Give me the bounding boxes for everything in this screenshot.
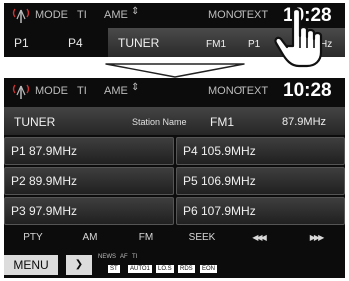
mono-label: MONO [208,9,243,21]
text-label: TEXT [240,85,269,97]
ame-label: AME [104,85,128,97]
ame-arrows-icon: ⇕ [131,6,140,17]
antenna-signal-icon [12,8,30,23]
ame-label: AME [104,9,128,21]
preset-label: P1 87.9MHz [11,144,78,158]
preset-p1-short[interactable]: P1 [14,36,29,50]
pty-button[interactable]: PTY [4,226,62,250]
mode-label: MODE [35,9,68,21]
band-label: FM1 [206,39,226,50]
source-label: TUNER [14,115,56,129]
status-bar: MODE TI AME ⇕ MONO TEXT 10:28 [4,78,345,105]
tuner-label: TUNER [118,36,160,50]
fm-button[interactable]: FM [118,226,174,250]
station-name: Station Name [132,117,187,127]
pointing-hand-icon [274,8,323,68]
frequency-label: 87.9MHz [282,116,327,128]
seek-button[interactable]: SEEK [174,226,230,250]
next-button[interactable]: ▶▶▶ [287,226,345,250]
clock: 10:28 [283,80,332,101]
preset-label: P6 107.9MHz [183,204,256,218]
st-indicator: ST [108,265,120,273]
eon-indicator: EON [200,265,218,273]
preset-label: P5 106.9MHz [183,174,256,188]
preset-button-p3[interactable]: P3 97.9MHz [4,197,174,225]
preset-label: P4 105.9MHz [183,144,256,158]
prev-button[interactable]: ◀◀◀ [230,226,287,250]
preset-button-p4[interactable]: P4 105.9MHz [176,137,345,165]
mode-label: MODE [35,85,68,97]
text-label: TEXT [240,9,269,21]
antenna-signal-icon [12,84,30,99]
preset-label: P1 [248,39,261,50]
mono-label: MONO [208,85,243,97]
expanded-tuner-screen: MODE TI AME ⇕ MONO TEXT 10:28 TUNER Stat… [4,78,345,278]
preset-button-p6[interactable]: P6 107.9MHz [176,197,345,225]
ti-label: TI [77,9,87,21]
ti-label: TI [77,85,87,97]
ame-arrows-icon: ⇕ [131,82,140,93]
preset-label: P2 89.9MHz [11,174,78,188]
preset-button-p1[interactable]: P1 87.9MHz [4,137,174,165]
arrow-button[interactable]: ❯ [66,255,92,275]
preset-label: P3 97.9MHz [11,204,78,218]
auto1-indicator: AUTO1 [128,265,152,273]
am-button[interactable]: AM [62,226,118,250]
news-indicator: NEWS [98,254,116,260]
preset-p4-short[interactable]: P4 [68,36,83,50]
tuner-info-band[interactable]: TUNER Station Name FM1 87.9MHz [4,107,345,135]
band-label: FM1 [210,115,234,129]
preset-button-p5[interactable]: P5 106.9MHz [176,167,345,195]
los-indicator: LO.S [156,265,174,273]
ti-indicator: TI [132,254,138,260]
af-indicator: AF [120,254,128,260]
rds-indicator: RDS [178,265,195,273]
menu-button[interactable]: MENU [4,255,58,275]
preset-button-p2[interactable]: P2 89.9MHz [4,167,174,195]
transition-arrow-icon [105,63,245,78]
